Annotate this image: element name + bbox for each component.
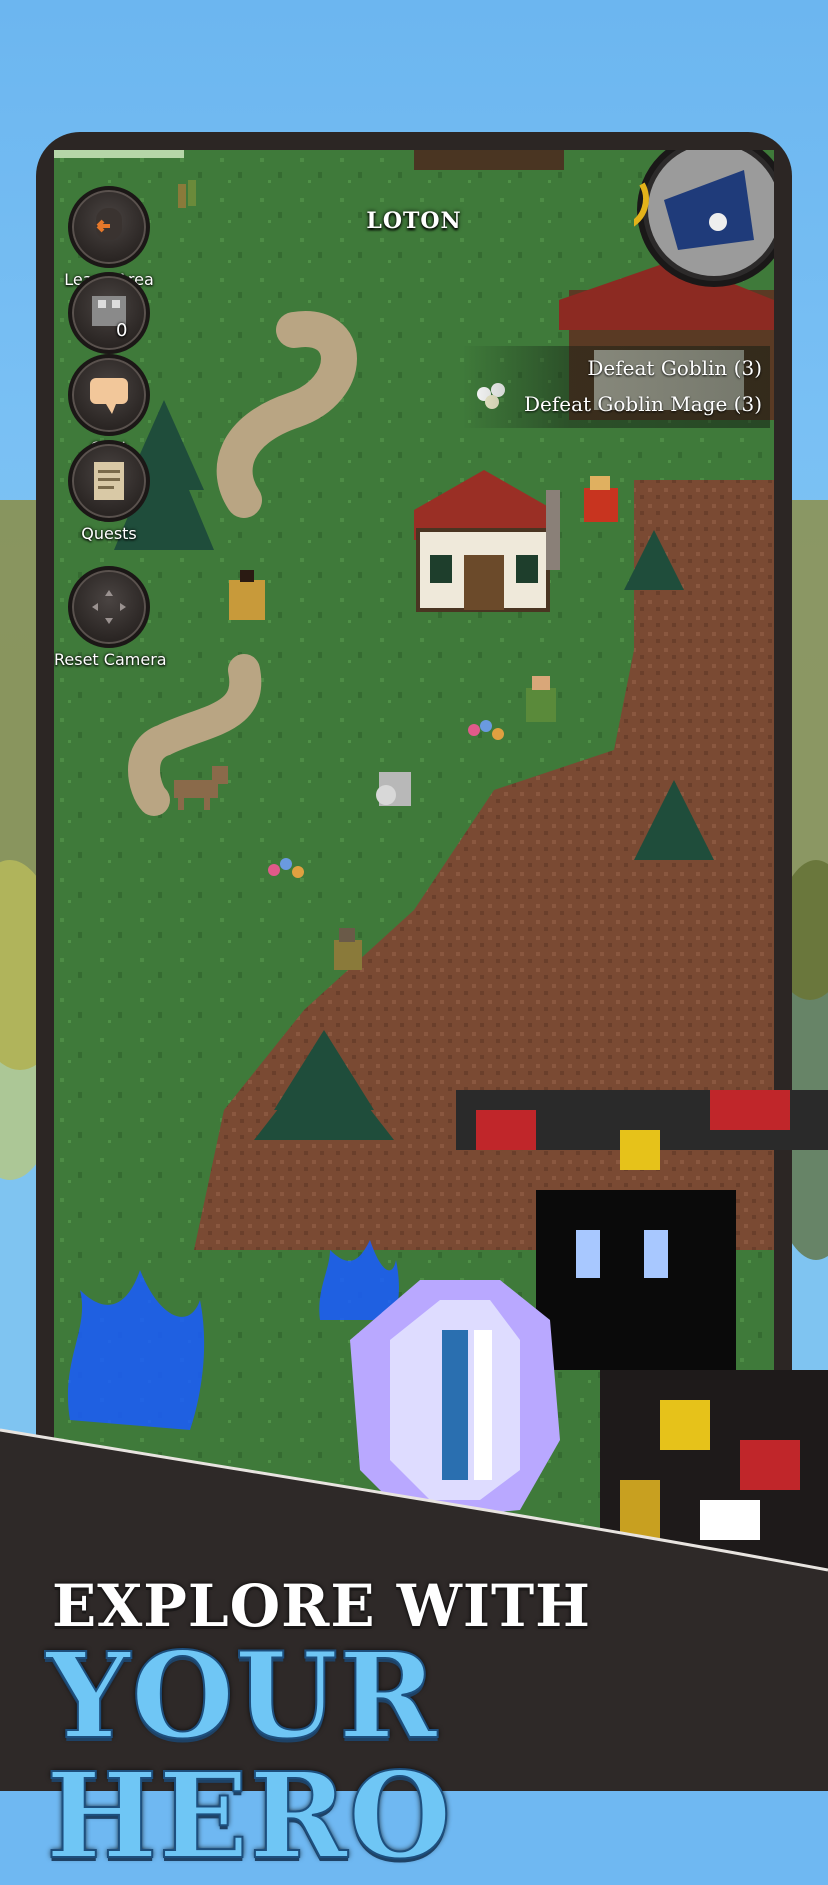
reset-camera-button[interactable]: Reset Camera (54, 566, 167, 669)
promo-tagline-line2: YOUR HERO (45, 1626, 453, 1885)
speech-bubble-icon (68, 354, 150, 436)
party-count: 0 (116, 320, 128, 341)
objective-item: Defeat Goblin (3) (587, 356, 762, 380)
objective-item: Defeat Goblin Mage (3) (523, 392, 762, 416)
dpad-icon (68, 566, 150, 648)
reset-camera-label: Reset Camera (54, 650, 167, 669)
quest-objectives: Defeat Goblin (3) Defeat Goblin Mage (3) (462, 346, 770, 428)
quests-button[interactable]: Quests (54, 440, 164, 543)
quests-label: Quests (81, 524, 137, 543)
scroll-icon (68, 440, 150, 522)
party-portrait-icon (68, 272, 150, 354)
party-button[interactable]: 0 (54, 272, 164, 354)
door-exit-icon (68, 186, 150, 268)
